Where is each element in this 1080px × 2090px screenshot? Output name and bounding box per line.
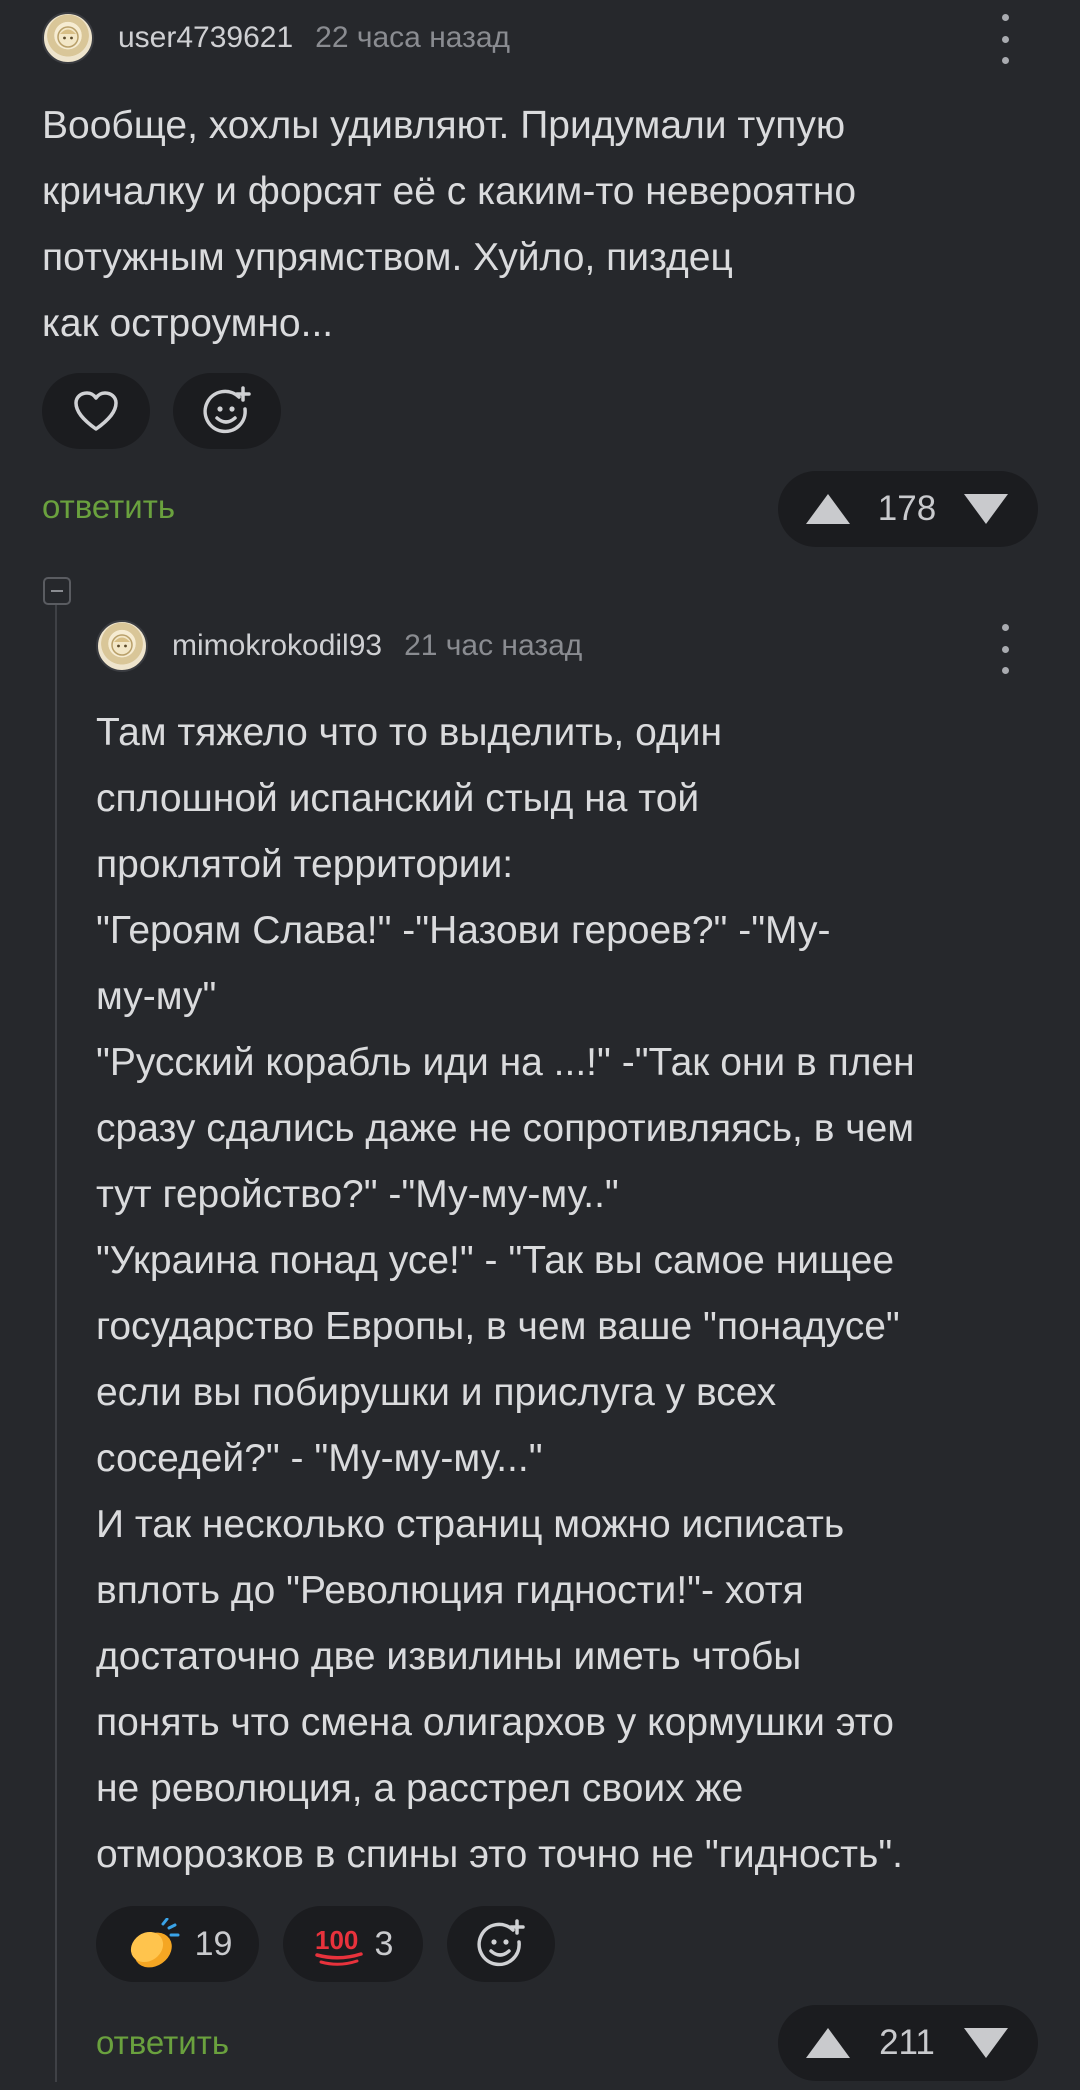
timestamp[interactable]: 21 час назад [404,629,582,663]
vote-panel: 178 [778,471,1038,547]
vote-panel: 211 [778,2005,1038,2081]
comment-header: mimokrokodil93 21 час назад [96,616,582,676]
upvote-arrow-icon[interactable] [804,2024,852,2062]
upvote-arrow-icon[interactable] [804,490,852,528]
more-options-icon[interactable] [1000,624,1010,674]
username[interactable]: user4739621 [118,21,293,55]
avatar[interactable] [96,620,148,672]
score: 178 [877,489,937,528]
hundred-points-emoji: 100 [315,1925,363,1966]
clapping-hands-emoji [130,1918,180,1968]
reaction-hundred[interactable]: 100 3 [283,1906,423,1982]
reaction-count: 19 [194,1924,233,1963]
reply-link[interactable]: ответить [96,2024,229,2062]
collapse-thread-icon[interactable] [43,577,71,605]
downvote-arrow-icon[interactable] [962,490,1010,528]
reply-link[interactable]: ответить [42,488,175,526]
heart-icon [74,391,118,431]
score: 211 [879,2023,935,2062]
downvote-arrow-icon[interactable] [962,2024,1010,2062]
comment-text: Там тяжело что то выделить, один сплошно… [96,711,915,1876]
svg-text:100: 100 [315,1925,358,1955]
username[interactable]: mimokrokodil93 [172,629,382,663]
like-button[interactable] [42,373,150,449]
reaction-clap[interactable]: 19 [96,1906,259,1982]
avatar-image-icon [111,634,133,656]
thread-line[interactable] [55,602,57,2082]
avatar[interactable] [42,12,94,64]
avatar-image-icon [57,26,79,48]
more-options-icon[interactable] [1000,14,1010,64]
comment-header: user4739621 22 часа назад [42,8,510,68]
reaction-count: 3 [374,1924,394,1963]
add-reaction-button[interactable] [447,1906,555,1982]
add-reaction-icon [477,1919,525,1967]
add-reaction-icon [203,386,251,434]
comment-text: Вообще, хохлы удивляют. Придумали тупую … [42,104,857,345]
add-reaction-button[interactable] [173,373,281,449]
timestamp[interactable]: 22 часа назад [315,21,510,55]
